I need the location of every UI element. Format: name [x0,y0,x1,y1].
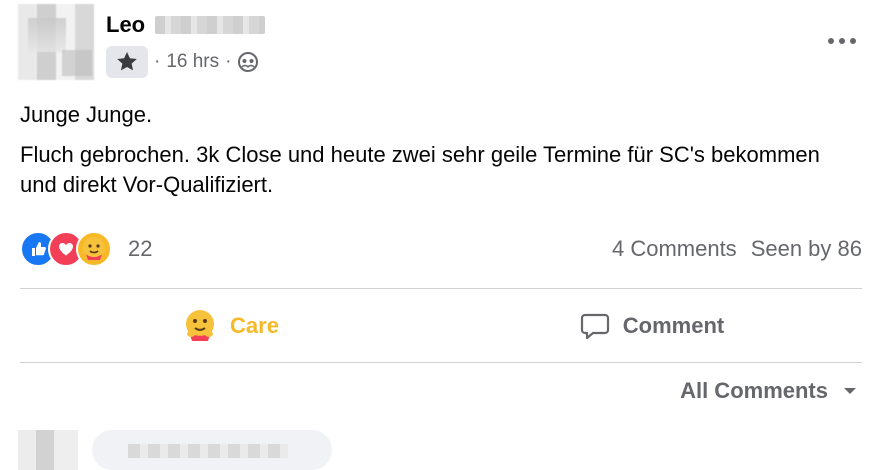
divider [20,288,862,289]
separator-dot: · [225,51,232,72]
author-name[interactable]: Leo [106,12,145,38]
care-emoji-icon [186,310,215,341]
comment-preview [18,430,338,470]
author-row: Leo [106,12,266,38]
seen-by-link[interactable]: Seen by 86 [751,236,862,262]
care-icon [76,231,112,267]
reactions-group[interactable]: 22 [20,231,152,267]
post-body: Junge Junge. Fluch gebrochen. 3k Close u… [20,100,848,210]
comment-button[interactable]: Comment [441,292,862,360]
comment-label: Comment [622,313,725,338]
star-icon [117,52,137,71]
comment-icon [580,313,609,340]
divider [20,362,862,363]
post-timestamp[interactable]: 16 hrs [166,51,219,73]
care-button[interactable]: Care [20,292,441,360]
reaction-icons [20,231,112,267]
care-label: Care [230,313,279,338]
commenter-avatar[interactable] [18,430,78,470]
audience-group-icon[interactable] [237,51,259,73]
redacted-surname [155,16,266,34]
ellipsis-icon [828,38,856,44]
post-meta: · 16 hrs · [106,46,259,78]
separator-dot: · [154,51,161,72]
reaction-count: 22 [128,236,153,261]
more-options-button[interactable] [824,26,860,56]
post-actions: Care Comment [20,292,862,360]
reactions-summary: 22 4 Comments Seen by 86 [20,230,862,268]
author-avatar[interactable] [18,4,94,80]
comments-filter-dropdown[interactable]: All Comments [680,378,858,404]
comments-count-link[interactable]: 4 Comments [612,236,737,262]
post-stats: 4 Comments Seen by 86 [612,236,862,262]
comment-bubble[interactable] [92,430,332,470]
chevron-down-icon [844,388,856,394]
post-line: Junge Junge. [20,102,153,127]
post-line: Fluch gebrochen. 3k Close und heute zwei… [20,142,820,197]
comments-filter-label: All Comments [680,378,828,403]
group-badge-icon[interactable] [106,46,148,78]
